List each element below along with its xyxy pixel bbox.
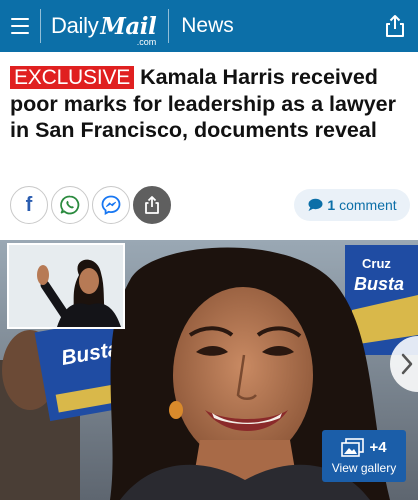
comment-count: 1 [327, 197, 336, 213]
comment-bubble-icon [308, 198, 323, 211]
gallery-counter: +4 [341, 437, 387, 458]
view-gallery-button[interactable]: +4 View gallery [322, 430, 406, 482]
logo-mail-text: Mail [100, 12, 157, 40]
top-navigation-bar: Daily Mail .com News [0, 0, 418, 52]
share-icon[interactable] [382, 13, 408, 39]
section-link-news[interactable]: News [169, 14, 246, 38]
gallery-icon [341, 437, 365, 457]
waving-photo [9, 245, 123, 327]
hamburger-menu-icon[interactable] [0, 0, 40, 52]
facebook-share-button[interactable]: f [10, 186, 48, 224]
chevron-right-icon [401, 353, 413, 375]
messenger-icon [101, 195, 121, 216]
campaign-sign-text: Busta [354, 274, 404, 294]
article-headline: EXCLUSIVE Kamala Harris received poor ma… [10, 64, 410, 143]
messenger-share-button[interactable] [92, 186, 130, 224]
inset-photo [7, 243, 125, 329]
exclusive-badge: EXCLUSIVE [10, 66, 135, 89]
comment-label: comment [339, 197, 397, 213]
whatsapp-share-button[interactable] [51, 186, 89, 224]
more-share-button[interactable] [133, 186, 171, 224]
whatsapp-icon [60, 195, 80, 215]
logo-com-text: .com [136, 37, 157, 47]
comments-button[interactable]: 1 comment [294, 189, 410, 221]
article-hero-image[interactable]: Bustar Cruz Busta +4 View gallery [0, 240, 418, 500]
facebook-icon: f [25, 193, 33, 216]
gallery-label: View gallery [331, 460, 397, 475]
campaign-sign-text: Cruz [362, 256, 391, 271]
site-logo[interactable]: Daily Mail .com [41, 0, 157, 52]
gallery-count: +4 [369, 439, 387, 456]
share-bar: f 1 comment [10, 186, 410, 226]
share-icon [145, 196, 159, 214]
logo-daily-text: Daily [51, 13, 99, 38]
